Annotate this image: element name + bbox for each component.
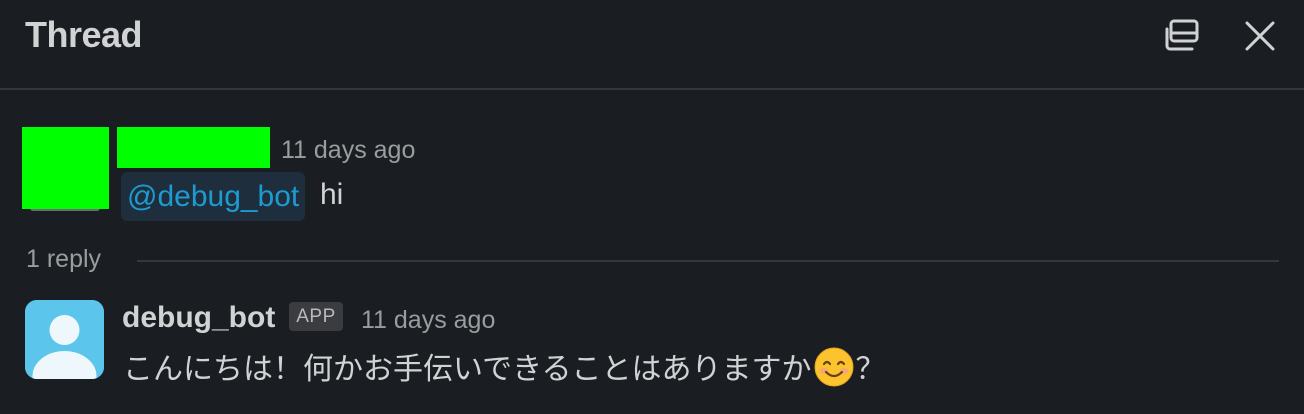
message-text: こんにちは！何かお手伝いできることはありますか ？ <box>123 344 886 388</box>
divider <box>137 260 1279 262</box>
message-timestamp[interactable]: 11 days ago <box>361 306 495 335</box>
sender-name[interactable]: debug_bot <box>122 301 275 335</box>
page-title: Thread <box>25 14 143 55</box>
avatar[interactable] <box>25 300 104 379</box>
close-button[interactable] <box>1236 12 1284 60</box>
default-user-avatar-icon <box>25 300 104 379</box>
user-mention[interactable]: @debug_bot <box>121 172 306 221</box>
popout-button[interactable] <box>1158 12 1206 60</box>
app-badge: APP <box>289 302 343 331</box>
reply-count: 1 reply <box>26 245 102 273</box>
thread-header: Thread <box>0 0 1304 90</box>
close-icon <box>1236 12 1284 60</box>
sender-name[interactable] <box>117 127 270 168</box>
popout-window-icon <box>1158 12 1206 60</box>
message-timestamp[interactable]: 11 days ago <box>281 136 415 165</box>
message-text-part: こんにちは！何かお手伝いできることはありますか <box>123 353 812 386</box>
message-text-part: ？ <box>855 353 886 386</box>
avatar[interactable] <box>22 127 109 209</box>
smiling-face-icon <box>814 347 854 387</box>
message-text: hi <box>320 178 344 211</box>
